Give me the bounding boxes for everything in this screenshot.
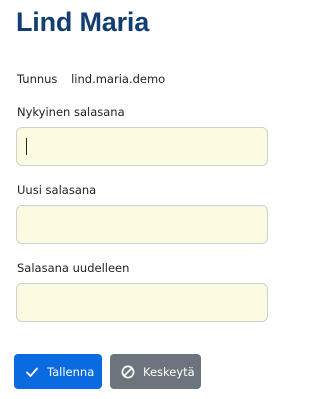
cancel-button-label: Keskeytä [143, 364, 195, 379]
new-password-input[interactable] [16, 205, 268, 244]
account-label: Tunnus [17, 72, 58, 86]
check-icon [25, 365, 39, 379]
repeat-password-label: Salasana uudelleen [17, 261, 130, 275]
current-password-input[interactable] [16, 127, 268, 166]
current-password-label: Nykyinen salasana [17, 105, 125, 119]
cancel-button[interactable]: Keskeytä [110, 354, 201, 389]
save-button-label: Tallenna [47, 364, 95, 379]
text-caret [26, 138, 27, 155]
account-row: Tunnus lind.maria.demo [17, 71, 165, 87]
new-password-label: Uusi salasana [17, 183, 97, 197]
account-value: lind.maria.demo [71, 72, 166, 86]
page-title: Lind Maria [16, 7, 150, 37]
cancel-circle-icon [121, 365, 135, 379]
save-button[interactable]: Tallenna [14, 354, 102, 389]
repeat-password-input[interactable] [16, 283, 268, 322]
